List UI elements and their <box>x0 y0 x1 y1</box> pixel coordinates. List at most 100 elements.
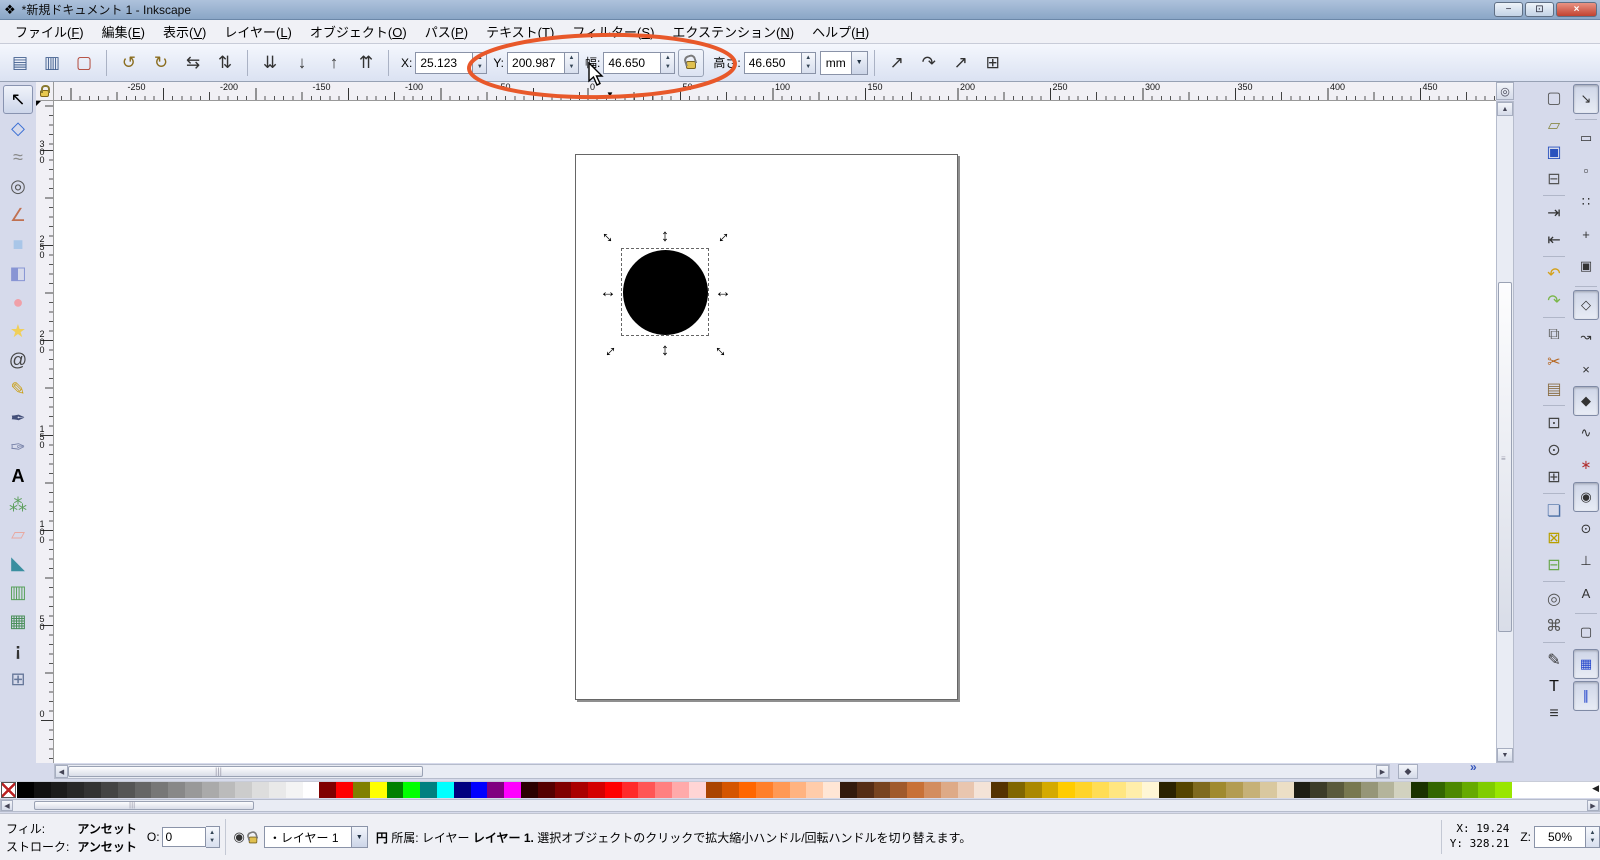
zoom-page-button[interactable]: ⊞ <box>1540 463 1568 490</box>
snap-intersections-button[interactable]: × <box>1573 354 1599 384</box>
x-field[interactable] <box>415 51 474 74</box>
lock-ratio-button[interactable] <box>678 48 705 77</box>
star-tool[interactable]: ★ <box>3 317 33 346</box>
node-editor-tool[interactable]: ◇ <box>3 114 33 143</box>
layer-lock-icon[interactable] <box>248 836 258 843</box>
snap-bbox-button[interactable]: ▭ <box>1573 123 1599 153</box>
snap-bbox-corners-button[interactable]: ∷ <box>1573 187 1599 217</box>
palette-scroll-left-icon[interactable]: ◀ <box>1592 783 1599 794</box>
height-field[interactable] <box>743 51 802 74</box>
zoom-tool[interactable]: ◎ <box>3 172 33 201</box>
palette-swatch[interactable] <box>336 782 353 798</box>
palette-scroll-thumb[interactable] <box>34 801 254 810</box>
snap-guides-button[interactable]: ∥ <box>1573 681 1599 711</box>
fill-stroke-dialog-button[interactable]: ✎ <box>1540 646 1568 673</box>
palette-swatch[interactable] <box>655 782 673 798</box>
palette-swatch[interactable] <box>772 782 790 798</box>
text-tool[interactable]: A <box>3 462 33 491</box>
palette-swatch[interactable] <box>1008 782 1025 798</box>
scroll-up-arrow[interactable]: ▲ <box>1497 102 1513 116</box>
scale-handle-left[interactable]: ↔ <box>599 283 617 301</box>
select-all-layers-button[interactable]: ▥ <box>37 48 67 78</box>
snap-paths-button[interactable]: ↝ <box>1573 322 1599 352</box>
palette-swatch[interactable] <box>1142 782 1160 798</box>
palette-swatch[interactable] <box>672 782 689 798</box>
width-spinner[interactable]: ▲ ▼ <box>661 51 676 74</box>
snap-text-anchor-button[interactable]: A <box>1573 578 1599 608</box>
palette-swatch[interactable] <box>1495 782 1512 798</box>
palette-swatch[interactable] <box>1343 782 1361 798</box>
rotate-ccw-button[interactable]: ↺ <box>114 48 144 78</box>
palette-scroll-left-arrow[interactable]: ◀ <box>1 800 13 811</box>
palette-swatch[interactable] <box>386 782 404 798</box>
selector-tool[interactable]: ↖ <box>3 85 33 114</box>
palette-swatch[interactable] <box>571 782 589 798</box>
lower-to-bottom-button[interactable]: ⇊ <box>255 48 285 78</box>
deselect-button[interactable]: ▢ <box>69 48 99 78</box>
save-button[interactable]: ▣ <box>1540 138 1568 165</box>
palette-swatch[interactable] <box>1276 782 1294 798</box>
palette-swatch[interactable] <box>218 782 236 798</box>
palette-swatch[interactable] <box>739 782 757 798</box>
affect-patterns-button[interactable]: ⊞ <box>978 48 1008 78</box>
palette-swatch[interactable] <box>1427 782 1445 798</box>
palette-swatch[interactable] <box>621 782 639 798</box>
palette-swatch[interactable] <box>856 782 874 798</box>
snap-text-baseline-button[interactable]: ⊥ <box>1573 546 1599 576</box>
pencil-tool[interactable]: ✎ <box>3 375 33 404</box>
palette-swatch[interactable] <box>940 782 958 798</box>
palette-swatch[interactable] <box>1125 782 1143 798</box>
pen-tool[interactable]: ✒ <box>3 404 33 433</box>
palette-swatch[interactable] <box>1377 782 1395 798</box>
rectangle-tool[interactable]: ■ <box>3 230 33 259</box>
flip-horizontal-button[interactable]: ⇆ <box>178 48 208 78</box>
snap-midpoints-button[interactable]: ∗ <box>1573 450 1599 480</box>
snap-bbox-edges-button[interactable]: ▫ <box>1573 155 1599 185</box>
snap-page-border-button[interactable]: ▢ <box>1573 617 1599 647</box>
new-document-button[interactable]: ▢ <box>1540 84 1568 111</box>
snap-bbox-centers-button[interactable]: ▣ <box>1573 251 1599 281</box>
cut-button[interactable]: ✂ <box>1540 348 1568 375</box>
duplicate-button[interactable]: ❏ <box>1540 497 1568 524</box>
palette-swatch[interactable] <box>1226 782 1244 798</box>
palette-swatch[interactable] <box>252 782 269 798</box>
paste-button[interactable]: ▤ <box>1540 375 1568 402</box>
palette-swatch[interactable] <box>67 782 85 798</box>
import-button[interactable]: ⇥ <box>1540 199 1568 226</box>
palette-swatch[interactable] <box>924 782 941 798</box>
palette-swatch[interactable] <box>537 782 555 798</box>
palette-swatch[interactable] <box>352 782 370 798</box>
connector-tool[interactable]: ⊞ <box>3 665 33 694</box>
y-spinner[interactable]: ▲ ▼ <box>565 51 580 74</box>
snap-cusp-nodes-button[interactable]: ◆ <box>1573 386 1599 416</box>
menu-help[interactable]: ヘルプ(H) <box>803 19 878 44</box>
menu-edit[interactable]: 編集(E) <box>93 19 154 44</box>
scale-handle-right[interactable]: ↔ <box>714 283 732 301</box>
menu-filters[interactable]: フィルター(S) <box>563 19 663 44</box>
palette-swatch[interactable] <box>974 782 992 798</box>
palette-swatch[interactable] <box>50 782 68 798</box>
palette-swatch[interactable] <box>840 782 857 798</box>
ruler-corner-lock[interactable] <box>36 82 54 101</box>
export-button[interactable]: ⇤ <box>1540 226 1568 253</box>
palette-swatch[interactable] <box>520 782 538 798</box>
vertical-ruler[interactable]: 300 250 200 150 100 50 0 ◤ <box>36 101 54 763</box>
paint-bucket-tool[interactable]: ◣ <box>3 549 33 578</box>
palette-swatch[interactable] <box>487 782 505 798</box>
palette-swatch[interactable] <box>1394 782 1412 798</box>
palette-swatch[interactable] <box>1259 782 1277 798</box>
palette-swatch[interactable] <box>1159 782 1176 798</box>
palette-swatch[interactable] <box>1024 782 1042 798</box>
palette-swatch[interactable] <box>1058 782 1076 798</box>
xml-editor-button[interactable]: ⌘ <box>1540 612 1568 639</box>
ellipse-tool[interactable]: ● <box>3 288 33 317</box>
x-spinner[interactable]: ▲ ▼ <box>473 51 488 74</box>
palette-swatch[interactable] <box>100 782 118 798</box>
palette-swatch[interactable] <box>268 782 286 798</box>
swatches-button[interactable]: ◆ <box>1398 764 1418 779</box>
palette-swatch[interactable] <box>285 782 303 798</box>
palette-swatch[interactable] <box>588 782 605 798</box>
lower-button[interactable]: ↓ <box>287 48 317 78</box>
dropper-tool[interactable]: ¡ <box>3 636 33 665</box>
palette-swatch[interactable] <box>33 782 51 798</box>
